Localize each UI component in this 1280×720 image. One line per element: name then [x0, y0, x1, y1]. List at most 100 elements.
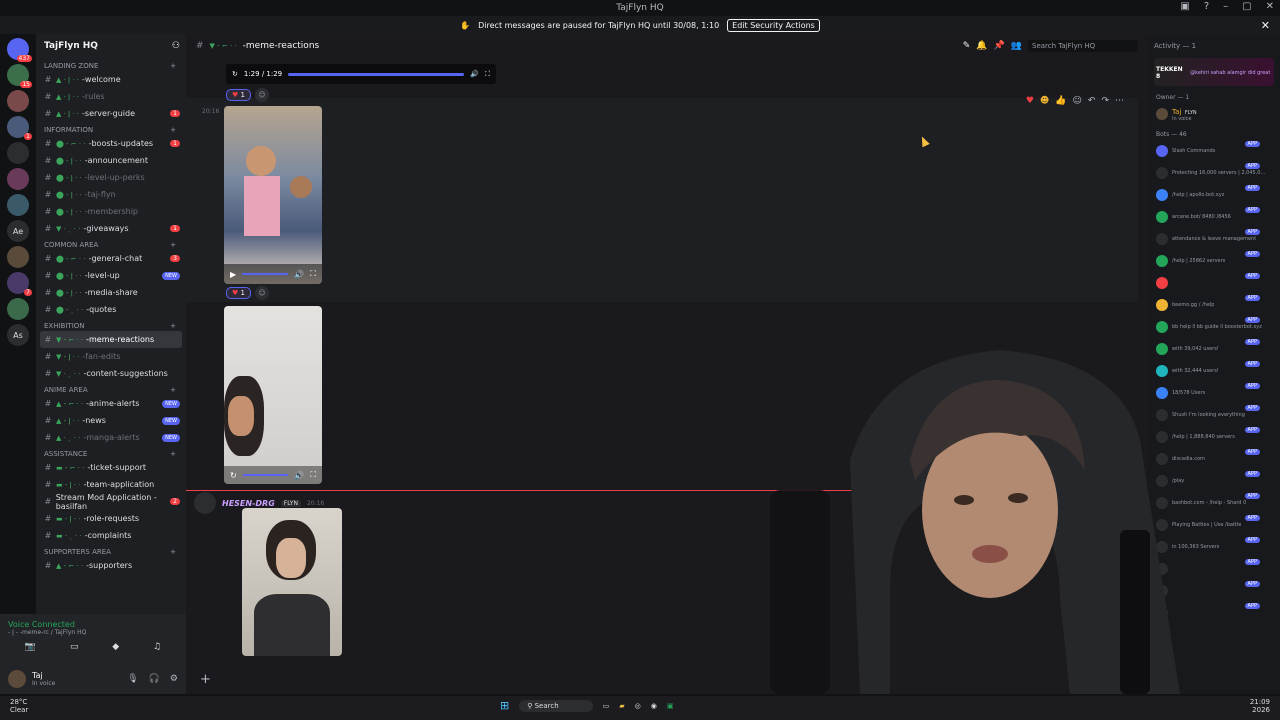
volume-icon[interactable]: 🔊 — [294, 471, 304, 480]
reply-icon[interactable]: ↶ — [1088, 96, 1096, 106]
image-attachment[interactable] — [242, 508, 342, 656]
server-icon[interactable]: 15 — [7, 64, 32, 88]
bell-icon[interactable]: 🔔 — [976, 41, 987, 51]
add-reaction-icon[interactable]: ☺ — [254, 286, 269, 300]
channel-item[interactable]: # ▲ - ⌐ · · -supporters — [36, 557, 186, 574]
video-attachment[interactable]: ↻ 🔊 ⛶ — [224, 306, 322, 484]
folder-icon[interactable]: ▰ — [619, 702, 624, 710]
bot-row[interactable]: /help | apollo.bot.xyz APP — [1148, 184, 1280, 206]
headphones-icon[interactable]: 🎧 — [149, 674, 160, 684]
channel-category[interactable]: ANIME AREA + — [36, 382, 186, 395]
fullscreen-icon[interactable]: ⛶ — [485, 70, 490, 79]
chrome-icon[interactable]: ◉ — [651, 702, 657, 710]
server-icon[interactable] — [7, 168, 29, 190]
channel-item[interactable]: # ▲ · ǀ · · -server-guide 1 — [36, 105, 186, 122]
volume-icon[interactable]: 🔊 — [294, 270, 304, 279]
maximize-button[interactable]: ▢ — [1242, 1, 1251, 12]
channel-category[interactable]: SUPPORTERS AREA + — [36, 544, 186, 557]
channel-item[interactable]: # ⬤ - ǀ · · -level-up NEW — [36, 267, 186, 284]
add-channel-icon[interactable]: + — [170, 450, 176, 458]
edge-icon[interactable]: ◎ — [635, 702, 641, 710]
server-icon[interactable] — [7, 90, 29, 112]
help-icon[interactable]: ? — [1204, 1, 1209, 12]
bot-row[interactable]: /help | 25862 servers APP — [1148, 250, 1280, 272]
heart-icon[interactable]: ♥ — [1026, 96, 1034, 106]
server-icon[interactable]: 437 — [7, 38, 32, 62]
channel-item[interactable]: # ⬤ - ǀ · · -announcement — [36, 152, 186, 169]
activity-card[interactable]: TEKKEN 8 @kehiri sahab alamgir did great… — [1148, 58, 1280, 88]
replay-icon[interactable]: ↻ — [232, 70, 238, 78]
add-friend-icon[interactable]: ⚇ — [172, 41, 180, 51]
add-channel-icon[interactable]: + — [170, 386, 176, 394]
channel-item[interactable]: # ▼ - ⌐ · · -meme-reactions — [40, 331, 182, 348]
channel-item[interactable]: # ⬤ - ǀ · · -taj-flyn — [36, 186, 186, 203]
server-icon[interactable]: 7 — [7, 272, 32, 296]
bot-row[interactable]: Slash Commands APP — [1148, 140, 1280, 162]
gear-icon[interactable]: ⚙ — [170, 674, 178, 684]
start-icon[interactable]: ⊞ — [500, 699, 509, 712]
forward-icon[interactable]: ↷ — [1101, 96, 1109, 106]
search-input[interactable]: Search TajFlyn HQ — [1028, 40, 1138, 52]
add-channel-icon[interactable]: + — [170, 126, 176, 134]
server-icon[interactable]: As — [7, 324, 29, 346]
channel-item[interactable]: # ▼ · ˎ · · -giveaways 1 — [36, 220, 186, 237]
channel-category[interactable]: EXHIBITION + — [36, 318, 186, 331]
members-icon[interactable]: 👥 — [1011, 41, 1022, 51]
server-icon[interactable] — [7, 194, 29, 216]
clock[interactable]: 21:09 2026 — [1250, 698, 1270, 714]
channel-item[interactable]: # ▲ · ˎ · · -manga-alerts NEW — [36, 429, 186, 446]
channel-item[interactable]: # ⬤ - ǀ · · -media-share — [36, 284, 186, 301]
play-icon[interactable]: ▶ — [230, 270, 236, 279]
channel-category[interactable]: ASSISTANCE + — [36, 446, 186, 459]
channel-item[interactable]: # ▬ - ǀ · · -team-application — [36, 476, 186, 493]
add-channel-icon[interactable]: + — [170, 241, 176, 249]
fullscreen-icon[interactable]: ⛶ — [310, 269, 316, 279]
add-channel-icon[interactable]: + — [170, 62, 176, 70]
banner-close-icon[interactable]: ✕ — [1261, 19, 1270, 32]
replay-icon[interactable]: ↻ — [230, 471, 237, 480]
channel-item[interactable]: # ▬ - ⌐ · · -ticket-support — [36, 459, 186, 476]
channel-item[interactable]: # ▲ · ǀ · · -rules — [36, 88, 186, 105]
avatar[interactable] — [194, 492, 216, 514]
thumbs-up-icon[interactable]: 👍 — [1055, 96, 1066, 106]
server-header[interactable]: TajFlyn HQ ⚇ — [36, 34, 186, 58]
add-reaction-icon[interactable]: ☺ — [254, 88, 269, 102]
inbox-icon[interactable]: ▣ — [1180, 1, 1189, 12]
weather-widget[interactable]: 28°C Clear — [10, 698, 28, 714]
heart-reaction[interactable]: ♥ 1 — [226, 287, 251, 299]
fullscreen-icon[interactable]: ⛶ — [310, 470, 316, 480]
server-tag[interactable]: FLYN — [280, 499, 301, 507]
server-icon[interactable]: Ae — [7, 220, 29, 242]
video-player[interactable]: ↻ 1:29 / 1:29 🔊 ⛶ — [226, 64, 496, 84]
soundboard-icon[interactable]: ♫ — [153, 642, 161, 652]
server-icon[interactable] — [7, 246, 29, 268]
channel-category[interactable]: LANDING ZONE + — [36, 58, 186, 71]
volume-icon[interactable]: 🔊 — [470, 70, 479, 78]
channel-item[interactable]: # ▼ · ˎ · · -content-suggestions — [36, 365, 186, 382]
channel-item[interactable]: # ▬ · ˎ · · -complaints — [36, 527, 186, 544]
server-icon[interactable] — [7, 142, 29, 164]
channel-category[interactable]: COMMON AREA + — [36, 237, 186, 250]
voice-location[interactable]: - ǀ - -meme-rc / TajFlyn HQ — [8, 629, 178, 636]
channel-item[interactable]: # ⬤ - ⌐ · · -boosts-updates 1 — [36, 135, 186, 152]
add-channel-icon[interactable]: + — [170, 548, 176, 556]
camera-icon[interactable]: 📷 — [25, 642, 36, 652]
minimize-button[interactable]: – — [1223, 1, 1228, 12]
attach-plus-icon[interactable]: + — [200, 672, 211, 687]
bot-row[interactable]: attendance & leave management APP — [1148, 228, 1280, 250]
channel-item[interactable]: # ▼ - ǀ · · -fan-edits — [36, 348, 186, 365]
channel-item[interactable]: # ▲ - ⌐ · · -anime-alerts NEW — [36, 395, 186, 412]
pin-icon[interactable]: 📌 — [994, 41, 1005, 51]
add-reaction-icon[interactable]: ☺ — [1073, 96, 1082, 106]
server-icon[interactable]: 1 — [7, 116, 32, 140]
channel-item[interactable]: # ⬤ - ǀ · · -level-up-perks — [36, 169, 186, 186]
mic-icon[interactable]: 🎙 — [127, 674, 138, 684]
channel-item[interactable]: # ▬ - ǀ · · -role-requests — [36, 510, 186, 527]
discord-icon[interactable]: ▣ — [667, 702, 674, 710]
bot-row[interactable]: APP — [1148, 272, 1280, 294]
channel-category[interactable]: INFORMATION + — [36, 122, 186, 135]
close-button[interactable]: ✕ — [1266, 1, 1274, 12]
threads-icon[interactable]: ✎ — [963, 41, 971, 51]
channel-item[interactable]: # ▲ - ǀ · · -news NEW — [36, 412, 186, 429]
more-icon[interactable]: ⋯ — [1115, 96, 1124, 106]
